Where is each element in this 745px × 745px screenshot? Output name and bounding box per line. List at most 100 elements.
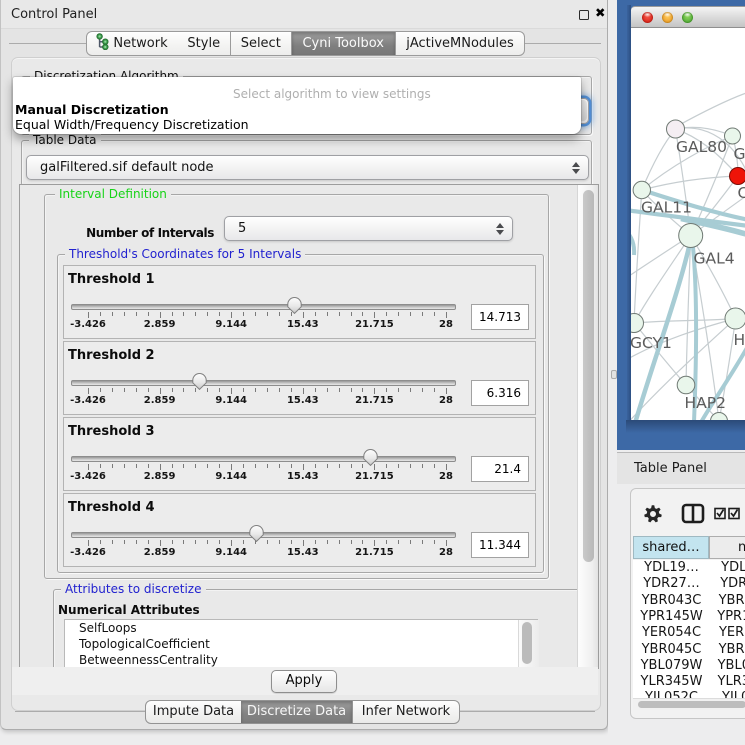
threshold-row: Threshold 1-3.4262.8599.14415.4321.71528…	[63, 265, 536, 339]
close-traffic-light-icon[interactable]	[642, 12, 653, 23]
threshold-value-field[interactable]: 11.344	[471, 532, 529, 558]
slider-tick-label: 2.859	[144, 395, 176, 406]
float-window-icon[interactable]	[579, 10, 589, 20]
threshold-slider-track[interactable]	[71, 304, 456, 310]
threshold-label: Threshold 1	[68, 272, 155, 287]
threshold-slider-thumb[interactable]	[287, 297, 302, 314]
tab-label: jActiveMNodules	[406, 36, 514, 51]
tab-label: Cyni Toolbox	[302, 36, 384, 51]
table-data-combobox-value: galFiltered.sif default node	[40, 156, 214, 179]
table-row[interactable]: YDL19…YDL19…	[633, 560, 745, 577]
settings-scrollbar-thumb[interactable]	[583, 190, 594, 562]
number-of-intervals-combobox[interactable]: 5	[224, 216, 513, 241]
table-hscrollbar-thumb[interactable]	[638, 701, 745, 708]
table-data-combobox[interactable]: galFiltered.sif default node	[26, 155, 589, 180]
apply-button[interactable]: Apply	[271, 670, 337, 693]
control-panel-titlebar[interactable]: Control Panel ✖	[1, 0, 607, 29]
table-horizontal-scrollbar[interactable]	[633, 698, 745, 710]
table-data-group-title: Table Data	[29, 133, 101, 148]
network-node[interactable]	[667, 120, 685, 138]
tab-network[interactable]: Network	[86, 31, 179, 56]
slider-tick-label: 28	[439, 547, 453, 558]
settings-scroll-area: Interval Definition Number of Intervals …	[19, 184, 599, 669]
settings-scrollbar[interactable]	[577, 185, 598, 668]
network-edge-thick[interactable]	[631, 227, 634, 255]
popup-item-equal-width-frequency-discretization[interactable]: Equal Width/Frequency Discretization	[15, 117, 249, 132]
threshold-slider-thumb[interactable]	[249, 525, 264, 542]
threshold-slider-thumb[interactable]	[192, 373, 207, 390]
attribute-list-item[interactable]: BetweennessCentrality	[65, 652, 537, 668]
bottom-tab-discretize-data[interactable]: Discretize Data	[241, 700, 353, 724]
network-node[interactable]	[679, 224, 703, 248]
threshold-value-field[interactable]: 21.4	[471, 456, 529, 482]
network-edge[interactable]	[642, 129, 676, 190]
network-edge[interactable]	[676, 92, 745, 127]
slider-tick-label: -3.426	[70, 471, 106, 482]
table-row[interactable]: YBL079WYBL079W	[633, 658, 745, 675]
popup-hint-item[interactable]: Select algorithm to view settings	[233, 87, 431, 101]
table-column-header-shared-name[interactable]: shared…	[633, 536, 709, 559]
slider-tick-label: 9.144	[215, 395, 247, 406]
tab-select[interactable]: Select	[231, 31, 292, 56]
table-row[interactable]: YDR27…YDR27…	[633, 576, 745, 593]
tab-label: Select	[241, 36, 281, 51]
threshold-value-field[interactable]: 6.316	[471, 380, 529, 406]
minimize-traffic-light-icon[interactable]	[662, 12, 673, 23]
slider-tick-label: 2.859	[144, 471, 176, 482]
tab-jactivemnodules[interactable]: jActiveMNodules	[396, 31, 525, 56]
network-view-window: GAL80GALCGAL11GAL4GCY1HHAP2	[631, 6, 745, 420]
slider-tick-label: 2.859	[144, 547, 176, 558]
close-icon[interactable]: ✖	[595, 5, 605, 20]
network-node[interactable]	[725, 308, 745, 329]
slider-tick-label: 9.144	[215, 471, 247, 482]
slider-tick-label: 2.859	[144, 319, 176, 330]
combo-arrows-icon	[496, 222, 504, 236]
threshold-slider-track[interactable]	[71, 456, 456, 462]
threshold-slider-track[interactable]	[71, 380, 456, 386]
table-row[interactable]: YPR145WYPR145W	[633, 609, 745, 626]
network-node[interactable]	[677, 376, 695, 394]
tab-cyni-toolbox[interactable]: Cyni Toolbox	[292, 31, 397, 56]
numerical-attributes-list[interactable]: SelfLoopsTopologicalCoefficientBetweenne…	[64, 619, 538, 669]
network-window-titlebar[interactable]	[631, 6, 745, 28]
network-node-label: GAL80	[676, 138, 727, 156]
popup-item-manual-discretization[interactable]: Manual Discretization	[15, 102, 169, 117]
table-row[interactable]: YER054CYER054C	[633, 625, 745, 642]
slider-tick-label: 15.43	[287, 319, 319, 330]
split-table-icon[interactable]	[681, 503, 705, 525]
slider-tick-label: -3.426	[70, 395, 106, 406]
network-node-label: GCY1	[631, 334, 672, 352]
bottom-tab-infer-network[interactable]: Infer Network	[353, 700, 460, 724]
slider-tick-label: 28	[439, 471, 453, 482]
table-row[interactable]: YBR045CYBR045C	[633, 642, 745, 659]
bottom-tab-impute-data[interactable]: Impute Data	[145, 700, 242, 724]
slider-tick-label: 28	[439, 319, 453, 330]
divider-grip-icon[interactable]	[611, 370, 617, 379]
table-row[interactable]: YBR043CYBR043C	[633, 593, 745, 610]
table-panel-titlebar[interactable]: Table Panel	[617, 452, 745, 485]
attributes-list-scrollbar[interactable]	[518, 620, 539, 669]
zoom-traffic-light-icon[interactable]	[682, 12, 693, 23]
slider-tick-label: 21.715	[355, 395, 394, 406]
threshold-label: Threshold 4	[68, 500, 155, 515]
threshold-label: Threshold 2	[68, 348, 155, 363]
network-edge[interactable]	[634, 323, 686, 385]
table-column-header-name[interactable]: name	[709, 536, 745, 559]
slider-tick-label: 9.144	[215, 547, 247, 558]
table-row[interactable]: YLR345WYLR345W	[633, 674, 745, 691]
tab-style[interactable]: Style	[178, 31, 232, 56]
threshold-slider-thumb[interactable]	[363, 449, 378, 466]
network-node[interactable]	[631, 314, 644, 333]
interval-definition-group-title: Interval Definition	[55, 187, 171, 202]
network-node[interactable]	[730, 168, 745, 185]
attribute-list-item[interactable]: TopologicalCoefficient	[65, 636, 537, 652]
select-columns-icon[interactable]	[714, 507, 744, 520]
network-node-label: H	[734, 331, 745, 349]
attribute-list-item[interactable]: SelfLoops	[65, 620, 537, 636]
threshold-value-field[interactable]: 14.713	[471, 304, 529, 330]
network-node[interactable]	[633, 181, 650, 198]
gear-icon[interactable]	[643, 504, 663, 524]
network-node-label: GAL11	[641, 199, 692, 217]
table-panel-title: Table Panel	[634, 461, 707, 476]
network-canvas[interactable]: GAL80GALCGAL11GAL4GCY1HHAP2	[631, 28, 745, 420]
